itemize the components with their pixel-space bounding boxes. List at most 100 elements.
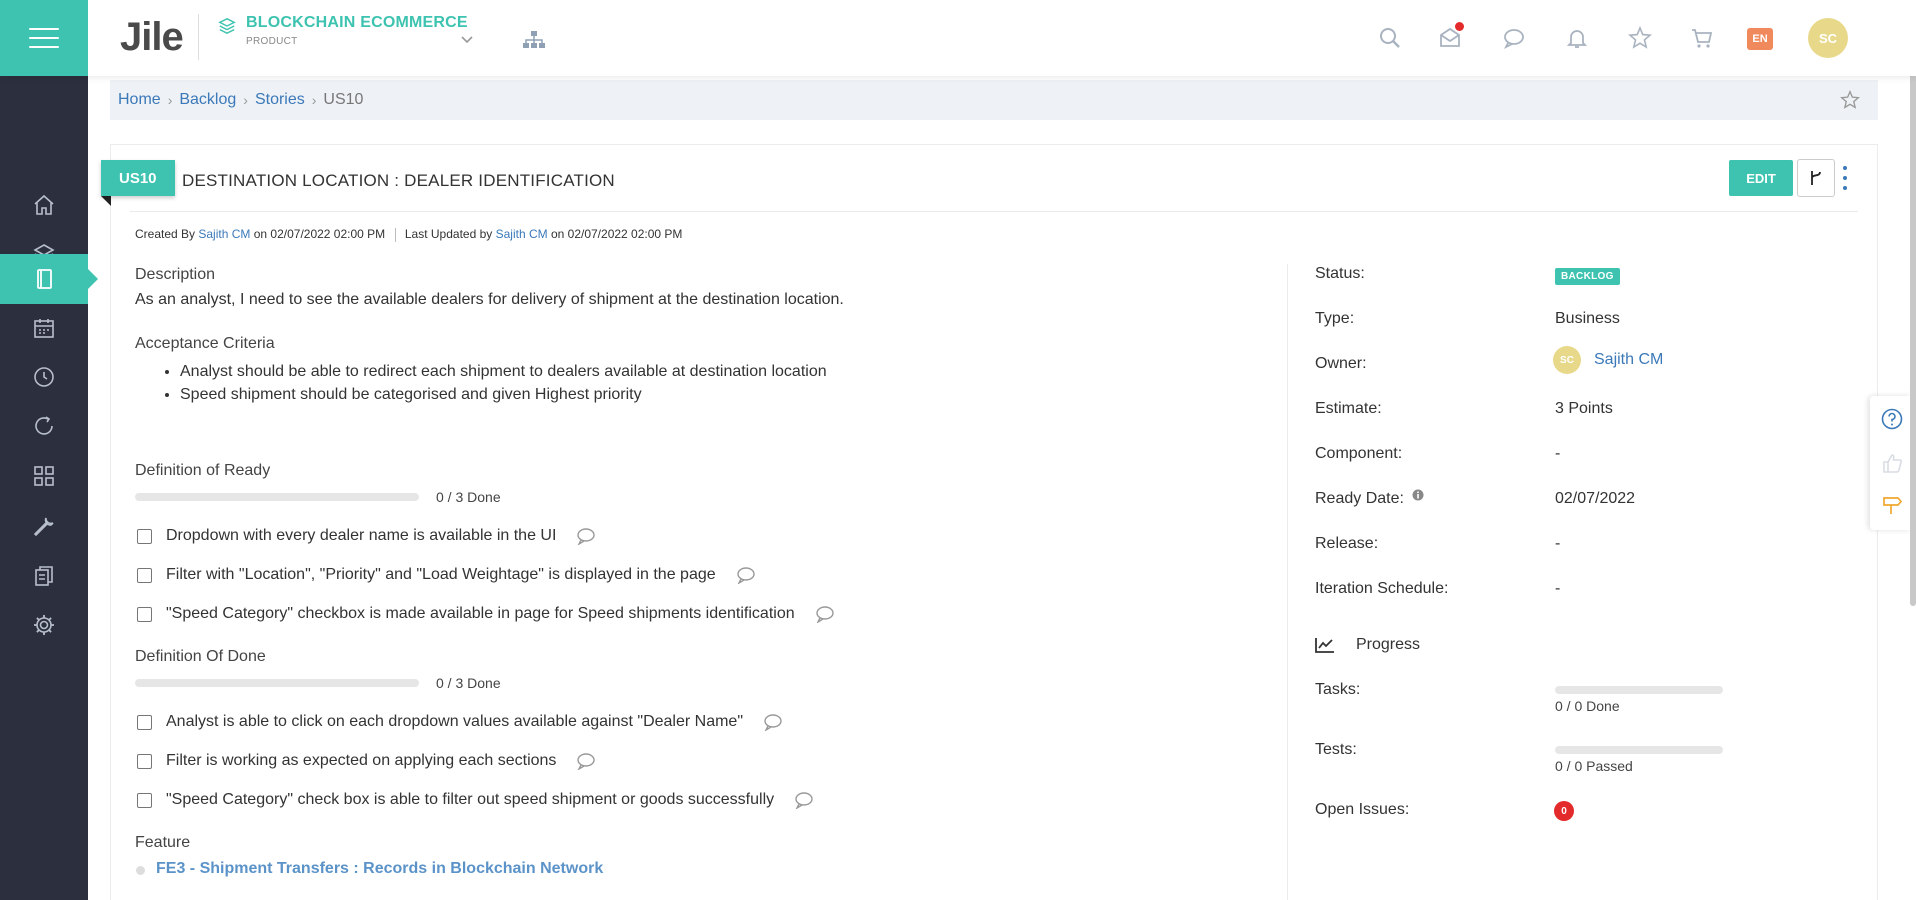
- owner-label: Owner:: [1315, 355, 1367, 372]
- search-icon[interactable]: [1378, 26, 1402, 50]
- star-icon[interactable]: [1628, 25, 1652, 50]
- type-value[interactable]: Business: [1555, 310, 1620, 328]
- sidebar-item-time[interactable]: [0, 352, 88, 402]
- dod-item-label: Filter is working as expected on applyin…: [166, 752, 557, 769]
- release-value[interactable]: -: [1555, 535, 1560, 553]
- help-widget: [1870, 396, 1912, 530]
- sidebar-item-reports[interactable]: [0, 551, 88, 601]
- sidebar-item-home[interactable]: [0, 180, 88, 230]
- updated-prefix: Last Updated by: [404, 227, 493, 241]
- iteration-value[interactable]: -: [1555, 580, 1560, 598]
- gear-icon: [34, 615, 54, 635]
- sidebar: [0, 76, 98, 900]
- page-scrollbar[interactable]: [1910, 46, 1916, 606]
- dor-checkbox[interactable]: [137, 606, 152, 622]
- top-bar: Jile BLOCKCHAIN ECOMMERCE PRODUCT EN SC: [0, 0, 1916, 76]
- product-type-label: PRODUCT: [246, 36, 298, 47]
- updated-by-link[interactable]: Sajith CM: [496, 227, 548, 241]
- dod-checkbox[interactable]: [137, 753, 152, 769]
- dor-checkbox[interactable]: [137, 567, 152, 583]
- dod-checkbox[interactable]: [137, 714, 152, 730]
- component-value[interactable]: -: [1555, 445, 1560, 463]
- sidebar-item-tools[interactable]: [0, 501, 88, 551]
- ready-date-label: Ready Date:: [1315, 490, 1404, 507]
- created-prefix: Created By: [135, 227, 196, 241]
- book-icon: [37, 269, 52, 289]
- more-options-icon[interactable]: [1840, 166, 1850, 190]
- hamburger-icon: [29, 28, 59, 48]
- created-by-link[interactable]: Sajith CM: [198, 227, 250, 241]
- acceptance-item: Speed shipment should be categorised and…: [180, 383, 827, 406]
- acceptance-heading: Acceptance Criteria: [135, 335, 275, 352]
- ready-date-value[interactable]: 02/07/2022: [1555, 490, 1635, 508]
- sidebar-item-settings[interactable]: [0, 600, 88, 650]
- chevron-down-icon[interactable]: [460, 32, 474, 46]
- dor-item: "Speed Category" checkbox is made availa…: [137, 605, 835, 623]
- sidebar-item-dashboard[interactable]: [0, 451, 88, 501]
- line-chart-icon: [1315, 638, 1334, 653]
- status-badge[interactable]: BACKLOG: [1555, 268, 1620, 285]
- chevron-right-icon: ›: [311, 92, 317, 108]
- comment-icon[interactable]: [576, 752, 596, 770]
- comment-icon[interactable]: [576, 527, 596, 545]
- notification-dot: [1455, 22, 1464, 31]
- breadcrumb-backlog[interactable]: Backlog: [179, 91, 236, 109]
- dor-progress-bar: [135, 493, 419, 501]
- comment-icon[interactable]: [815, 605, 835, 623]
- layers-icon: [218, 17, 236, 35]
- chat-icon[interactable]: [1502, 26, 1526, 50]
- story-card: [110, 144, 1878, 900]
- app-logo[interactable]: Jile: [120, 14, 184, 60]
- feature-link[interactable]: FE3 - Shipment Transfers : Records in Bl…: [156, 860, 603, 878]
- cart-icon[interactable]: [1690, 26, 1714, 50]
- comment-icon[interactable]: [794, 791, 814, 809]
- dor-item: Dropdown with every dealer name is avail…: [137, 527, 596, 545]
- favorite-star-icon[interactable]: [1840, 90, 1860, 110]
- clock-icon: [34, 367, 54, 387]
- thumbs-up-icon[interactable]: [1881, 452, 1903, 474]
- breadcrumb-home[interactable]: Home: [118, 91, 161, 109]
- sidebar-item-calendar[interactable]: [0, 303, 88, 353]
- dor-checkbox[interactable]: [137, 528, 152, 544]
- calendar-icon: [34, 319, 54, 338]
- breadcrumb-stories[interactable]: Stories: [255, 91, 305, 109]
- hierarchy-icon[interactable]: [522, 30, 546, 50]
- description-text: As an analyst, I need to see the availab…: [135, 291, 844, 308]
- dor-item-label: "Speed Category" checkbox is made availa…: [166, 605, 795, 622]
- sidebar-item-backlog[interactable]: [0, 254, 98, 304]
- feature-heading: Feature: [135, 834, 191, 851]
- dod-item-label: "Speed Category" check box is able to fi…: [166, 791, 775, 808]
- story-meta: Created By Sajith CM on 02/07/2022 02:00…: [135, 227, 682, 242]
- tag-fold: [101, 196, 111, 206]
- tasks-progress-bar: [1555, 686, 1723, 694]
- signpost-icon[interactable]: [1881, 494, 1903, 516]
- dod-checkbox[interactable]: [137, 792, 152, 808]
- owner-link[interactable]: Sajith CM: [1594, 351, 1663, 369]
- dod-item: Analyst is able to click on each dropdow…: [137, 713, 783, 731]
- feature-bullet: [136, 866, 145, 875]
- user-avatar[interactable]: SC: [1808, 18, 1848, 58]
- logo-text: Jile: [120, 14, 184, 59]
- sidebar-item-iterations[interactable]: [0, 401, 88, 451]
- iteration-label: Iteration Schedule:: [1315, 580, 1449, 597]
- owner-avatar: SC: [1553, 346, 1581, 374]
- info-icon[interactable]: [1412, 489, 1424, 501]
- story-id-tag: US10: [101, 160, 175, 196]
- dod-item: "Speed Category" check box is able to fi…: [137, 791, 814, 809]
- dor-item-label: Filter with "Location", "Priority" and "…: [166, 566, 716, 583]
- dor-item: Filter with "Location", "Priority" and "…: [137, 566, 756, 584]
- release-label: Release:: [1315, 535, 1379, 552]
- branch-button[interactable]: [1797, 159, 1835, 197]
- open-issues-label: Open Issues:: [1315, 801, 1410, 818]
- language-selector[interactable]: EN: [1747, 28, 1773, 50]
- estimate-value[interactable]: 3 Points: [1555, 400, 1613, 418]
- comment-icon[interactable]: [736, 566, 756, 584]
- help-icon[interactable]: [1881, 408, 1903, 430]
- edit-button[interactable]: EDIT: [1729, 160, 1793, 196]
- bell-icon[interactable]: [1565, 26, 1589, 50]
- comment-icon[interactable]: [763, 713, 783, 731]
- mail-icon[interactable]: [1438, 22, 1464, 50]
- open-issues-badge[interactable]: 0: [1554, 801, 1574, 821]
- product-selector[interactable]: BLOCKCHAIN ECOMMERCE PRODUCT: [218, 14, 468, 47]
- menu-toggle-button[interactable]: [0, 0, 88, 76]
